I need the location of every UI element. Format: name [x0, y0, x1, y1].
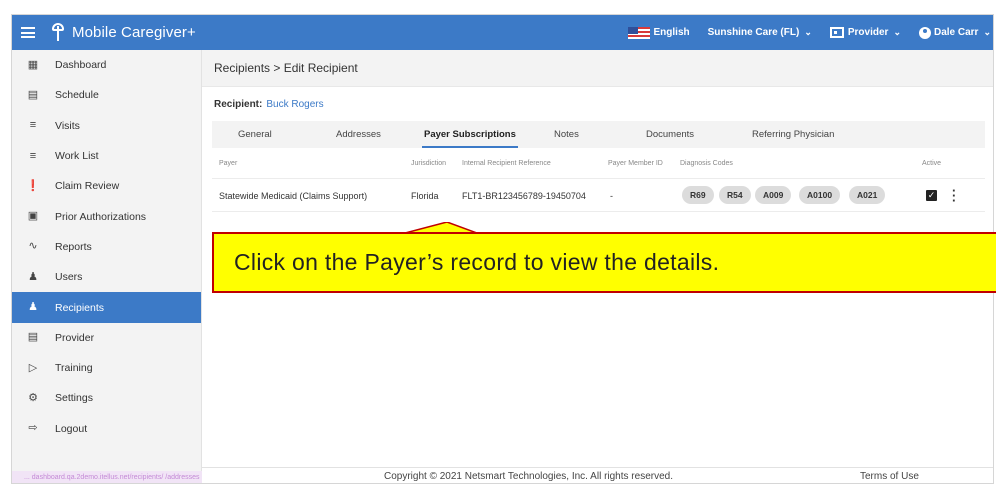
role-selector[interactable]: Provider ⌄ — [829, 27, 901, 38]
calendar-check-icon: ▣ — [27, 210, 39, 223]
column-header-internal-ref[interactable]: Internal Recipient Reference — [462, 160, 551, 167]
logout-icon: ⇨ — [28, 422, 38, 435]
jurisdiction-cell: Florida — [411, 191, 439, 201]
sidebar-item-schedule[interactable]: ▤ Schedule — [12, 80, 201, 110]
tab-general[interactable]: General — [238, 121, 272, 148]
chevron-down-icon: ⌄ — [804, 27, 812, 37]
tab-documents[interactable]: Documents — [646, 121, 694, 148]
sidebar-item-label: Work List — [55, 150, 99, 163]
page-footer: Copyright © 2021 Netsmart Technologies, … — [202, 467, 993, 483]
copyright-text: Copyright © 2021 Netsmart Technologies, … — [384, 471, 673, 482]
sidebar-item-provider[interactable]: ▤ Provider — [12, 323, 201, 353]
more-options-icon[interactable]: · · · — [952, 184, 956, 207]
recipients-icon: ♟ — [28, 301, 38, 314]
diagnosis-code-chip: A0100 — [799, 186, 841, 204]
payer-cell: Statewide Medicaid (Claims Support) — [219, 191, 368, 201]
tab-bar: General Addresses Payer Subscriptions No… — [212, 121, 985, 148]
member-id-cell: - — [610, 191, 613, 201]
sidebar-item-claim-review[interactable]: ❗ Claim Review — [12, 171, 201, 201]
tab-addresses[interactable]: Addresses — [336, 121, 381, 148]
tab-notes[interactable]: Notes — [554, 121, 579, 148]
calendar-icon: ▤ — [27, 88, 39, 101]
column-header-diagnosis[interactable]: Diagnosis Codes — [680, 160, 733, 167]
breadcrumb: Recipients > Edit Recipient — [202, 50, 993, 87]
sidebar-item-label: Settings — [55, 392, 93, 405]
callout-text: Click on the Payer’s record to view the … — [234, 249, 720, 275]
sidebar-item-label: Reports — [55, 240, 92, 253]
users-icon: ♟ — [28, 270, 38, 283]
diagnosis-code-chip: R54 — [719, 186, 751, 204]
terms-of-use-link[interactable]: Terms of Use — [860, 471, 919, 482]
menu-icon[interactable] — [21, 27, 35, 38]
chevron-down-icon: ⌄ — [893, 27, 901, 37]
sidebar-item-label: Prior Authorizations — [55, 210, 147, 223]
sidebar-item-label: Claim Review — [55, 180, 120, 193]
column-header-member-id[interactable]: Payer Member ID — [608, 160, 663, 167]
logo-icon — [52, 22, 64, 43]
sidebar-item-logout[interactable]: ⇨ Logout — [12, 414, 201, 444]
diagnosis-code-chip: R69 — [682, 186, 714, 204]
sidebar: ▦ Dashboard ▤ Schedule ≡ Visits ≡ Work L… — [12, 50, 202, 483]
sidebar-item-prior-authorizations[interactable]: ▣ Prior Authorizations — [12, 201, 201, 231]
dashboard-icon: ▦ — [27, 58, 39, 71]
sidebar-item-label: Training — [55, 362, 93, 375]
status-url: ... dashboard.qa.2demo.itellus.net/recip… — [12, 471, 202, 483]
sidebar-item-label: Schedule — [55, 89, 99, 102]
column-header-active[interactable]: Active — [922, 160, 941, 167]
column-header-payer[interactable]: Payer — [219, 160, 237, 167]
sidebar-item-settings[interactable]: ⚙ Settings — [12, 383, 201, 413]
chevron-down-icon: ⌄ — [983, 27, 991, 37]
user-menu[interactable]: Dale Carr ⌄ — [918, 26, 991, 39]
sidebar-item-training[interactable]: ▷ Training — [12, 353, 201, 383]
sidebar-item-recipients[interactable]: ♟ Recipients — [12, 292, 201, 323]
sidebar-item-visits[interactable]: ≡ Visits — [12, 111, 201, 141]
column-header-jurisdiction[interactable]: Jurisdiction — [411, 160, 446, 167]
language-selector[interactable]: English — [627, 26, 690, 39]
language-label: English — [653, 27, 690, 38]
recipient-label: Recipient: — [214, 98, 263, 110]
role-label: Provider — [847, 27, 889, 38]
sidebar-item-dashboard[interactable]: ▦ Dashboard — [12, 50, 201, 80]
tab-payer-subscriptions[interactable]: Payer Subscriptions — [422, 121, 518, 148]
agency-label: Sunshine Care (FL) — [707, 27, 800, 38]
sidebar-item-reports[interactable]: ∿ Reports — [12, 232, 201, 262]
gear-icon: ⚙ — [28, 391, 38, 404]
table-row[interactable]: Statewide Medicaid (Claims Support) Flor… — [212, 178, 985, 212]
trend-icon: ∿ — [28, 240, 38, 253]
table-header: Payer Jurisdiction Internal Recipient Re… — [202, 148, 993, 178]
sidebar-item-label: Recipients — [55, 301, 105, 314]
sidebar-item-label: Dashboard — [55, 59, 107, 72]
account-icon — [918, 26, 931, 39]
diagnosis-code-chip: A009 — [755, 186, 792, 204]
sidebar-item-label: Logout — [55, 422, 88, 435]
sidebar-item-users[interactable]: ♟ Users — [12, 262, 201, 292]
tab-referring-physician[interactable]: Referring Physician — [752, 121, 834, 148]
recipient-name-link[interactable]: Buck Rogers — [266, 99, 323, 110]
user-name: Dale Carr — [933, 27, 979, 38]
play-box-icon: ▷ — [28, 361, 38, 374]
id-card-icon — [829, 27, 844, 38]
alert-circle-icon: ❗ — [26, 179, 40, 192]
tutorial-callout: Click on the Payer’s record to view the … — [212, 232, 996, 293]
agency-selector[interactable]: Sunshine Care (FL) ⌄ — [708, 27, 812, 38]
sidebar-item-work-list[interactable]: ≡ Work List — [12, 141, 201, 171]
list-icon: ≡ — [29, 149, 37, 162]
filter-icon: ≡ — [29, 119, 37, 132]
sidebar-item-label: Visits — [55, 119, 80, 132]
sidebar-item-label: Provider — [55, 331, 95, 344]
clipboard-icon: ▤ — [27, 331, 39, 344]
us-flag-icon — [627, 26, 650, 39]
app-title: Mobile Caregiver+ — [72, 24, 196, 41]
recipient-header: Recipient: Buck Rogers — [202, 87, 993, 121]
diagnosis-code-chip: A021 — [849, 186, 886, 204]
top-bar: Mobile Caregiver+ English Sunshine Care … — [12, 15, 993, 50]
sidebar-item-label: Users — [55, 271, 83, 284]
active-checkbox[interactable]: ✓ — [926, 190, 937, 201]
internal-ref-cell: FLT1-BR123456789-19450704 — [462, 191, 586, 201]
